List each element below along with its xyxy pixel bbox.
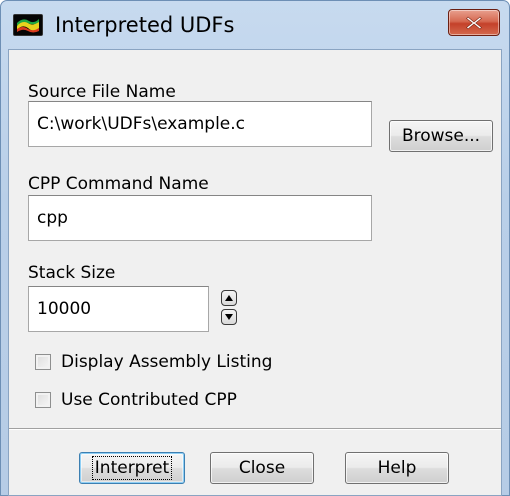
display-assembly-listing-label: Display Assembly Listing <box>61 352 273 372</box>
display-assembly-listing-checkbox[interactable] <box>35 354 51 370</box>
dialog-body: Source File Name C:\work\UDFs\example.c … <box>8 49 502 496</box>
close-button-label: Close <box>238 458 286 478</box>
close-icon <box>466 16 482 30</box>
spin-up-icon <box>225 295 233 301</box>
use-contributed-cpp-label: Use Contributed CPP <box>61 390 237 410</box>
cpp-command-input[interactable]: cpp <box>28 195 372 241</box>
button-bar-divider <box>9 428 501 430</box>
source-file-label: Source File Name <box>28 82 176 102</box>
window-close-button[interactable] <box>448 9 500 36</box>
source-file-input[interactable]: C:\work\UDFs\example.c <box>28 101 372 147</box>
spin-down-icon <box>225 314 233 320</box>
window-title: Interpreted UDFs <box>55 13 235 37</box>
interpret-button-label: Interpret <box>91 456 173 480</box>
browse-button-label: Browse... <box>401 126 481 146</box>
interpret-button[interactable]: Interpret <box>79 452 185 484</box>
browse-button[interactable]: Browse... <box>389 120 493 152</box>
fluent-app-icon <box>13 14 43 36</box>
stack-size-label: Stack Size <box>28 263 116 283</box>
cpp-command-label: CPP Command Name <box>28 174 209 194</box>
help-button-label: Help <box>377 458 417 478</box>
title-bar[interactable]: Interpreted UDFs <box>1 1 509 49</box>
stack-size-input[interactable]: 10000 <box>28 286 209 332</box>
help-button[interactable]: Help <box>345 452 449 484</box>
use-contributed-cpp-checkbox[interactable] <box>35 392 51 408</box>
interpreted-udfs-dialog: Interpreted UDFs Source File Name C:\wor… <box>0 0 510 496</box>
stack-size-down-button[interactable] <box>221 309 237 325</box>
stack-size-up-button[interactable] <box>221 290 237 306</box>
close-button[interactable]: Close <box>210 452 314 484</box>
